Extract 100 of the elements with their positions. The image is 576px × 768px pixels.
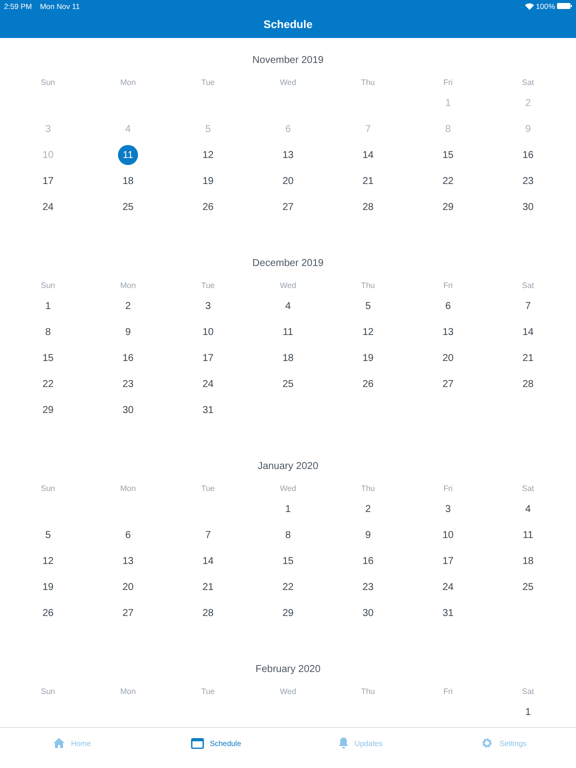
calendar-day[interactable]: 30 bbox=[358, 603, 378, 623]
calendar-day[interactable]: 19 bbox=[198, 171, 218, 191]
selected-day[interactable]: 11 bbox=[118, 145, 138, 165]
calendar-day[interactable]: 6 bbox=[118, 525, 138, 545]
calendar-day[interactable]: 10 bbox=[198, 322, 218, 342]
calendar-day[interactable]: 31 bbox=[198, 400, 218, 420]
calendar-day[interactable]: 3 bbox=[198, 296, 218, 316]
weekday-label: Mon bbox=[119, 686, 137, 696]
calendar-day[interactable]: 16 bbox=[118, 348, 138, 368]
weekday-label: Tue bbox=[200, 78, 216, 86]
calendar-day[interactable]: 23 bbox=[518, 171, 538, 191]
calendar-day[interactable]: 2 bbox=[118, 296, 138, 316]
calendar-day[interactable]: 3 bbox=[438, 499, 458, 519]
weekday-label: Thu bbox=[360, 484, 376, 492]
calendar-day[interactable]: 6 bbox=[438, 296, 458, 316]
calendar-day[interactable]: 24 bbox=[38, 197, 58, 217]
weekday-label: Fri bbox=[442, 686, 454, 696]
calendar-day[interactable]: 19 bbox=[38, 577, 58, 597]
weekday-label: Thu bbox=[360, 686, 376, 696]
calendar-day[interactable]: 20 bbox=[278, 171, 298, 191]
calendar-day[interactable]: 19 bbox=[358, 348, 378, 368]
calendar-day[interactable]: 28 bbox=[518, 374, 538, 394]
calendar-day[interactable]: 27 bbox=[438, 374, 458, 394]
calendar-day[interactable]: 9 bbox=[118, 322, 138, 342]
calendar-day[interactable]: 29 bbox=[438, 197, 458, 217]
calendar-day[interactable]: 13 bbox=[438, 322, 458, 342]
calendar-day[interactable]: 18 bbox=[278, 348, 298, 368]
calendar-day[interactable]: 25 bbox=[518, 577, 538, 597]
calendar-day[interactable]: 8 bbox=[278, 525, 298, 545]
calendar-day[interactable]: 5 bbox=[38, 525, 58, 545]
calendar-day[interactable]: 18 bbox=[518, 551, 538, 571]
calendar-day[interactable]: 29 bbox=[278, 603, 298, 623]
weekday-label: Tue bbox=[200, 280, 216, 290]
calendar-day[interactable]: 23 bbox=[118, 374, 138, 394]
calendar-day[interactable]: 14 bbox=[518, 322, 538, 342]
calendar-day[interactable]: 24 bbox=[438, 577, 458, 597]
weekday-label: Tue bbox=[200, 686, 216, 696]
calendar-day[interactable]: 9 bbox=[358, 525, 378, 545]
calendar-day[interactable]: 5 bbox=[358, 296, 378, 316]
calendar-day[interactable]: 30 bbox=[118, 400, 138, 420]
calendar-day[interactable]: 25 bbox=[118, 197, 138, 217]
calendar-day[interactable]: 16 bbox=[358, 551, 378, 571]
calendar-day[interactable]: 30 bbox=[518, 197, 538, 217]
battery-icon bbox=[557, 3, 572, 9]
weekday-label: Sun bbox=[40, 280, 56, 290]
calendar-day[interactable]: 2 bbox=[358, 499, 378, 519]
calendar-day[interactable]: 18 bbox=[118, 171, 138, 191]
calendar-day[interactable]: 12 bbox=[198, 145, 218, 165]
wifi-icon bbox=[524, 2, 534, 10]
calendar-day[interactable]: 22 bbox=[278, 577, 298, 597]
calendar-day[interactable]: 15 bbox=[278, 551, 298, 571]
calendar-day[interactable]: 22 bbox=[38, 374, 58, 394]
calendar-day[interactable]: 21 bbox=[518, 348, 538, 368]
calendar-day[interactable]: 22 bbox=[438, 171, 458, 191]
calendar-day[interactable]: 11 bbox=[278, 322, 298, 342]
calendar-day[interactable]: 13 bbox=[118, 551, 138, 571]
calendar-day[interactable]: 17 bbox=[438, 551, 458, 571]
calendar-day[interactable]: 20 bbox=[438, 348, 458, 368]
calendar-day[interactable]: 26 bbox=[198, 197, 218, 217]
calendar-day[interactable]: 28 bbox=[358, 197, 378, 217]
calendar-day[interactable]: 4 bbox=[518, 499, 538, 519]
weekday-label: Thu bbox=[360, 280, 376, 290]
calendar-day[interactable]: 12 bbox=[38, 551, 58, 571]
calendar-day[interactable]: 21 bbox=[358, 171, 378, 191]
calendar-day[interactable]: 23 bbox=[358, 577, 378, 597]
calendar-day[interactable]: 1 bbox=[38, 296, 58, 316]
calendar-day[interactable]: 15 bbox=[38, 348, 58, 368]
weekday-label: Wed bbox=[278, 280, 298, 290]
calendar-day[interactable]: 14 bbox=[358, 145, 378, 165]
calendar-day[interactable]: 27 bbox=[118, 603, 138, 623]
calendar-day[interactable]: 8 bbox=[38, 322, 58, 342]
calendar-day[interactable]: 25 bbox=[278, 374, 298, 394]
weekday-label: Thu bbox=[360, 78, 376, 86]
calendar-icon bbox=[190, 737, 204, 749]
calendar-day[interactable]: 12 bbox=[358, 322, 378, 342]
calendar-day[interactable]: 28 bbox=[198, 603, 218, 623]
calendar-day[interactable]: 21 bbox=[198, 577, 218, 597]
calendar-day[interactable]: 17 bbox=[38, 171, 58, 191]
calendar-day[interactable]: 24 bbox=[198, 374, 218, 394]
calendar-day[interactable]: 1 bbox=[278, 499, 298, 519]
calendar-day[interactable]: 7 bbox=[518, 296, 538, 316]
calendar-day[interactable]: 10 bbox=[438, 525, 458, 545]
weekday-label: Sat bbox=[520, 484, 535, 492]
calendar-day[interactable]: 27 bbox=[278, 197, 298, 217]
calendar-day[interactable]: 20 bbox=[118, 577, 138, 597]
calendar-day[interactable]: 14 bbox=[198, 551, 218, 571]
calendar-day[interactable]: 17 bbox=[198, 348, 218, 368]
weekday-label: Tue bbox=[200, 484, 216, 492]
calendar-day[interactable]: 13 bbox=[278, 145, 298, 165]
calendar-day[interactable]: 7 bbox=[198, 525, 218, 545]
calendar-day[interactable]: 4 bbox=[278, 296, 298, 316]
calendar-day[interactable]: 15 bbox=[438, 145, 458, 165]
calendar-day[interactable]: 31 bbox=[438, 603, 458, 623]
calendar-day[interactable]: 16 bbox=[518, 145, 538, 165]
calendar-day[interactable]: 26 bbox=[358, 374, 378, 394]
calendar-day[interactable]: 29 bbox=[38, 400, 58, 420]
house-icon bbox=[52, 737, 65, 749]
calendar-day[interactable]: 26 bbox=[38, 603, 58, 623]
calendar-day[interactable]: 11 bbox=[518, 525, 538, 545]
calendar-day[interactable]: 1 bbox=[518, 702, 538, 722]
